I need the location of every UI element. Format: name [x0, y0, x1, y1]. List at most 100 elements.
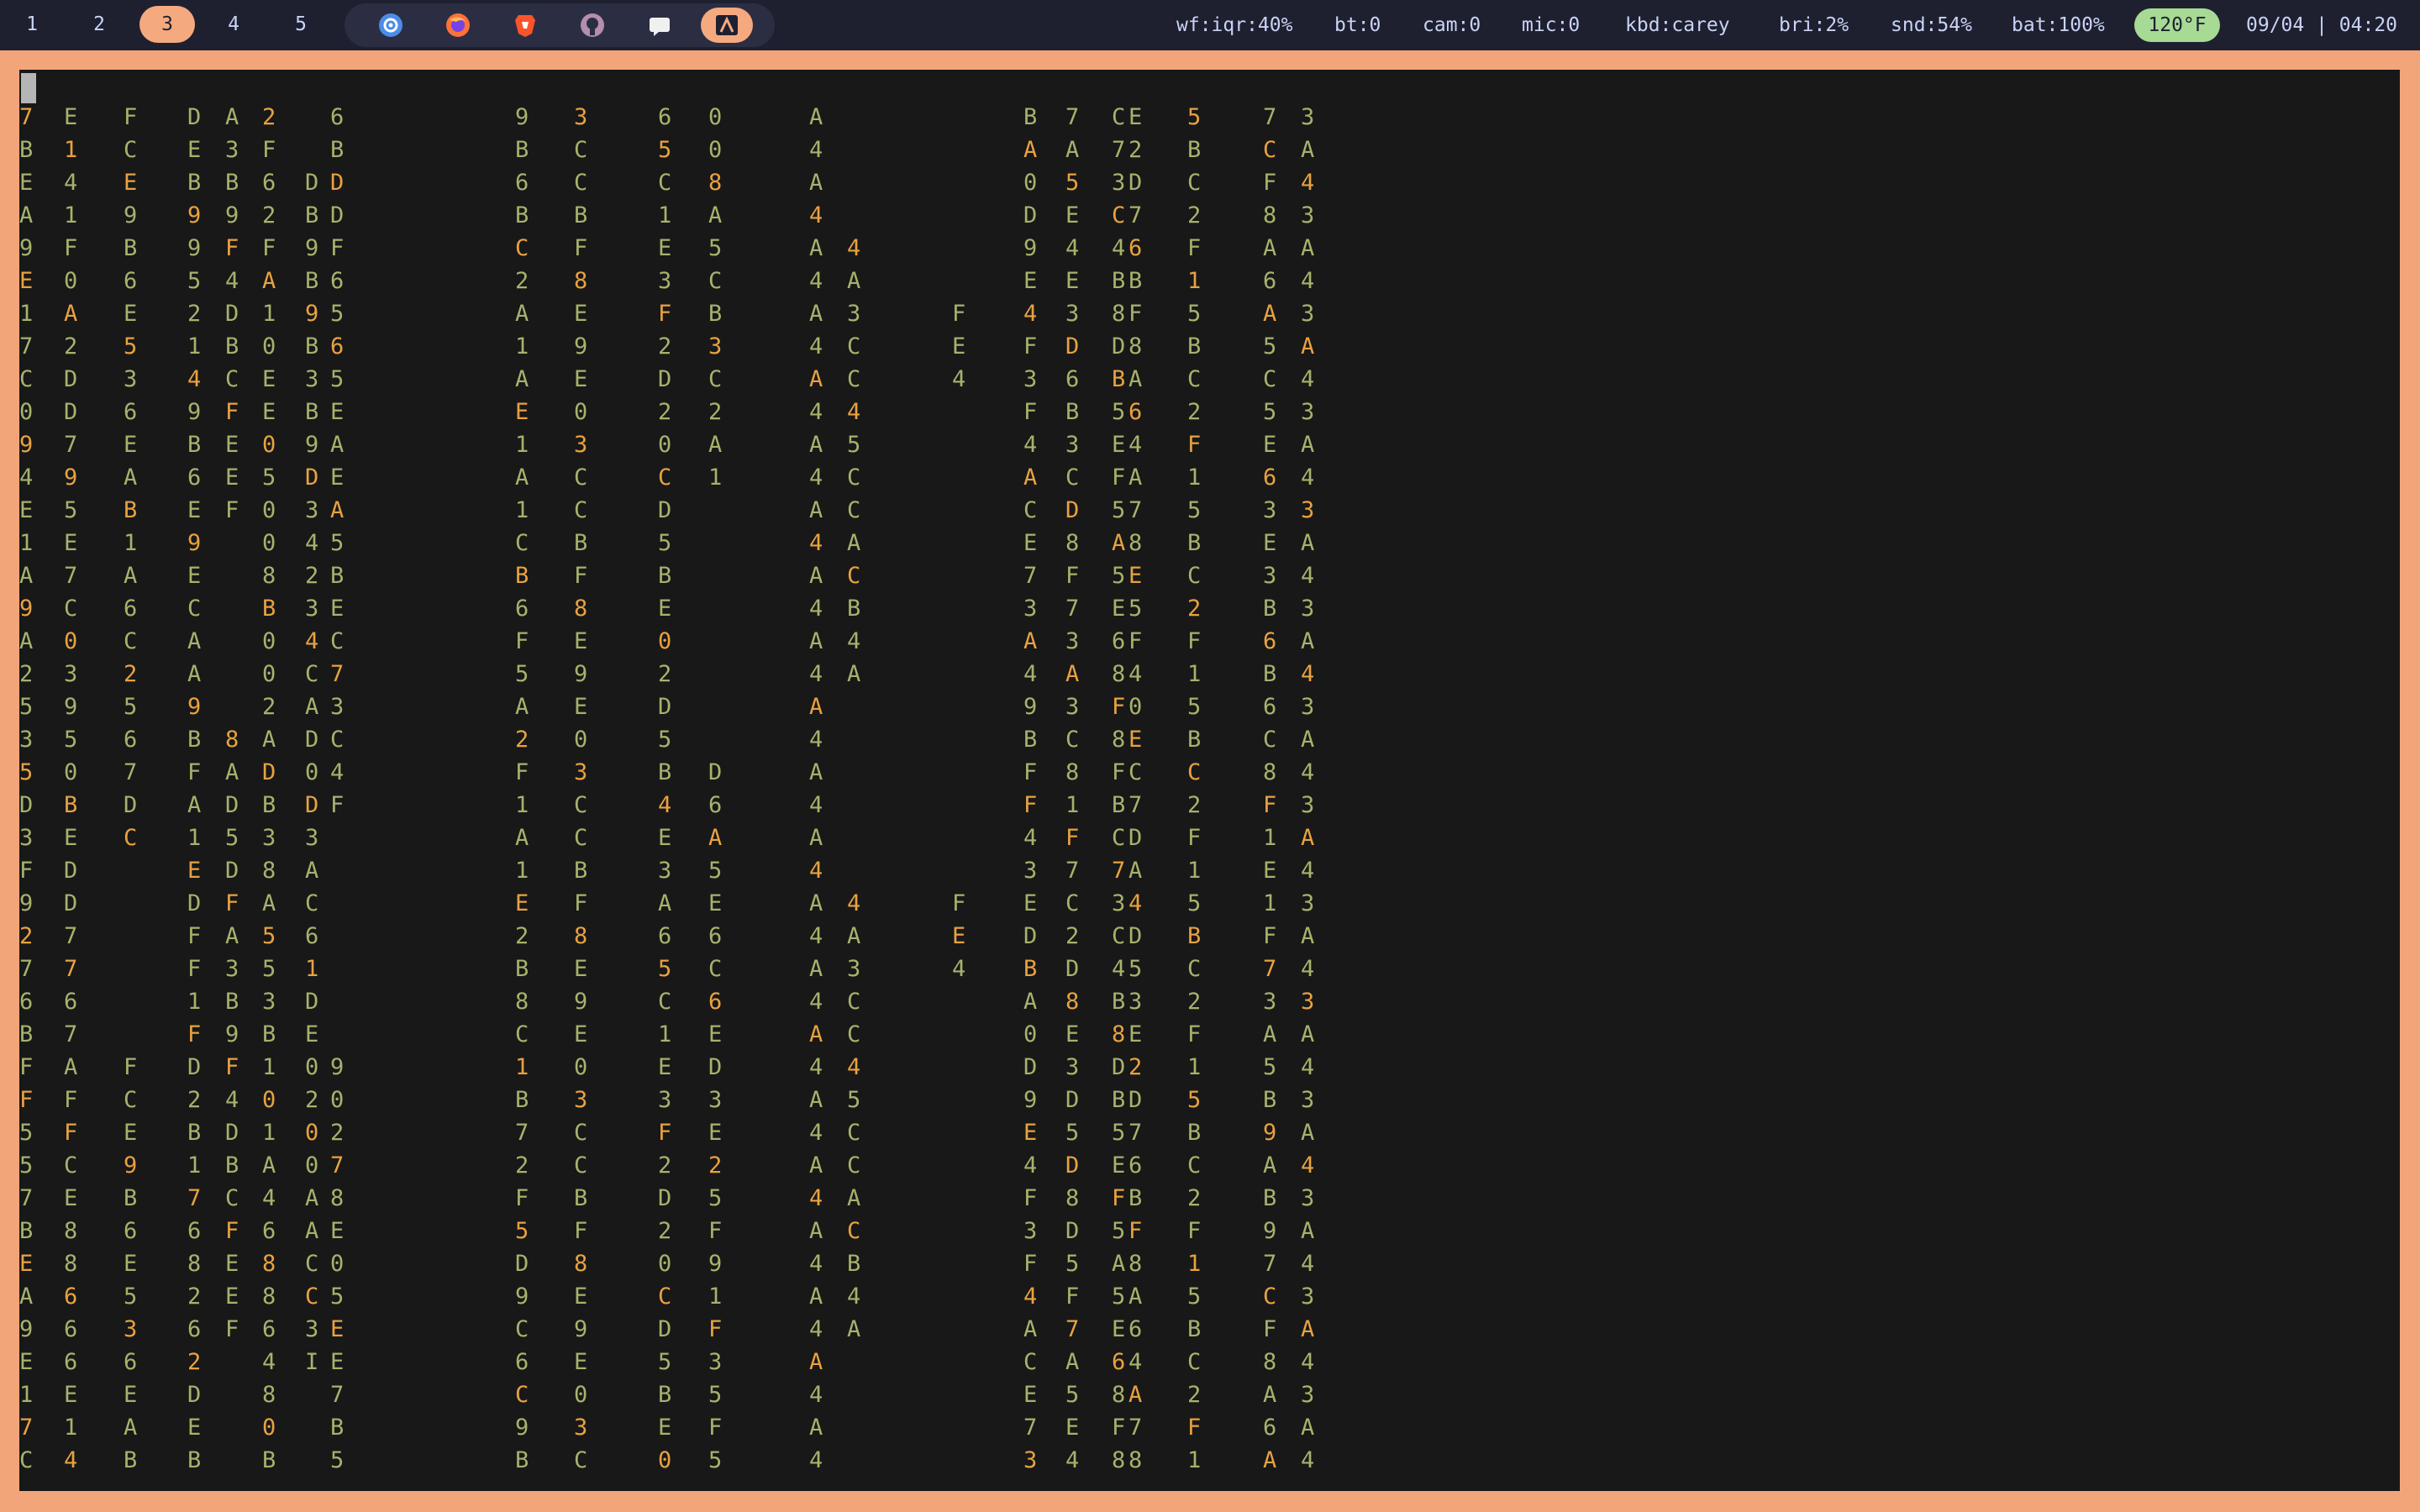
matrix-char: 2: [1187, 792, 1202, 818]
matrix-char: 3: [1065, 694, 1080, 720]
matrix-char: D: [225, 858, 239, 884]
date-time[interactable]: 09/04 | 04:20: [2246, 0, 2397, 50]
matrix-char: A: [1023, 137, 1038, 163]
matrix-char: 9: [515, 1415, 529, 1441]
matrix-char: 3: [262, 989, 276, 1015]
matrix-char: 5: [847, 1087, 861, 1113]
terminal-line: E6624IE6E53ACA64C84: [19, 1346, 2400, 1378]
matrix-char: D: [1112, 333, 1126, 360]
matrix-char: C: [1023, 497, 1038, 523]
matrix-char: 4: [1112, 956, 1126, 982]
matrix-char: 4: [1301, 661, 1315, 687]
matrix-char: 1: [64, 137, 78, 163]
matrix-char: C: [1187, 1349, 1202, 1375]
matrix-char: A: [19, 202, 34, 228]
sound-status[interactable]: snd:54%: [1891, 0, 1972, 50]
matrix-char: 4: [809, 1316, 823, 1342]
matrix-char: 3: [574, 759, 588, 785]
matrix-char: C: [708, 268, 723, 294]
matrix-char: 3: [305, 825, 319, 851]
brave-app-button[interactable]: [499, 8, 551, 43]
bluetooth-status[interactable]: bt:0: [1334, 0, 1381, 50]
workspace-4[interactable]: 4: [208, 6, 259, 43]
matrix-char: 4: [809, 268, 823, 294]
matrix-char: 4: [809, 530, 823, 556]
chat-app-button[interactable]: [634, 8, 686, 43]
matrix-char: A: [809, 825, 823, 851]
matrix-char: 3: [1301, 694, 1315, 720]
firefox-icon: [446, 13, 470, 37]
matrix-char: F: [1023, 399, 1038, 425]
matrix-char: C: [658, 465, 672, 491]
github-app-button[interactable]: [566, 8, 618, 43]
terminal-line: 97EBE09A130AA543E4FEA: [19, 428, 2400, 461]
matrix-char: C: [1263, 137, 1277, 163]
terminal-window[interactable]: 7EFDA269360AB7CE573B1CE3FBBC504AA72BCAE4…: [19, 70, 2400, 1491]
matrix-char: A: [515, 694, 529, 720]
matrix-char: 5: [708, 858, 723, 884]
matrix-char: B: [262, 596, 276, 622]
matrix-char: E: [658, 596, 672, 622]
workspace-5[interactable]: 5: [276, 6, 326, 43]
matrix-char: 4: [847, 235, 861, 261]
matrix-char: A: [515, 825, 529, 851]
terminal-app-button[interactable]: [701, 8, 753, 43]
matrix-char: 1: [1187, 465, 1202, 491]
matrix-char: 6: [1065, 366, 1080, 392]
matrix-char: F: [952, 890, 966, 916]
matrix-char: 2: [658, 399, 672, 425]
matrix-char: D: [124, 792, 138, 818]
matrix-char: C: [1263, 1284, 1277, 1310]
matrix-char: E: [658, 1054, 672, 1080]
matrix-char: A: [809, 104, 823, 130]
matrix-char: F: [225, 1218, 239, 1244]
matrix-char: E: [124, 432, 138, 458]
matrix-char: B: [305, 333, 319, 360]
matrix-char: 8: [1128, 1447, 1143, 1473]
matrix-char: A: [1023, 465, 1038, 491]
matrix-char: 4: [809, 1251, 823, 1277]
matrix-char: F: [515, 759, 529, 785]
matrix-char: A: [187, 792, 202, 818]
workspace-2[interactable]: 2: [74, 6, 124, 43]
matrix-char: 4: [809, 137, 823, 163]
matrix-char: F: [1263, 1316, 1277, 1342]
matrix-char: 9: [305, 432, 319, 458]
matrix-char: D: [330, 202, 345, 228]
terminal-line: A652E8C59EC1A44F5A5C3: [19, 1280, 2400, 1313]
matrix-char: D: [305, 792, 319, 818]
matrix-char: A: [809, 1021, 823, 1047]
matrix-char: E: [225, 1251, 239, 1277]
workspace-3[interactable]: 3: [139, 6, 195, 43]
matrix-char: D: [658, 497, 672, 523]
matrix-char: 3: [1065, 1054, 1080, 1080]
matrix-char: A: [305, 858, 319, 884]
terminal-line: 1E19045CB54AE8A8BEA: [19, 527, 2400, 559]
matrix-char: C: [225, 1185, 239, 1211]
matrix-char: 1: [515, 333, 529, 360]
matrix-char: 5: [330, 1447, 345, 1473]
matrix-char: 5: [19, 694, 34, 720]
matrix-char: 3: [847, 301, 861, 327]
matrix-char: 8: [574, 596, 588, 622]
workspace-1[interactable]: 1: [7, 6, 57, 43]
matrix-char: 4: [1301, 1349, 1315, 1375]
matrix-char: E: [124, 170, 138, 196]
settings-app-button[interactable]: [365, 8, 417, 43]
matrix-char: 4: [1128, 890, 1143, 916]
matrix-char: 0: [574, 727, 588, 753]
matrix-char: A: [515, 465, 529, 491]
matrix-char: 1: [658, 1021, 672, 1047]
matrix-char: F: [1023, 759, 1038, 785]
brightness-status[interactable]: bri:2%: [1779, 0, 1849, 50]
matrix-char: 6: [187, 1316, 202, 1342]
wifi-status[interactable]: wf:iqr:40%: [1176, 0, 1292, 50]
matrix-char: 7: [19, 1185, 34, 1211]
matrix-char: 6: [708, 989, 723, 1015]
matrix-char: D: [64, 890, 78, 916]
matrix-char: 5: [262, 465, 276, 491]
matrix-char: D: [658, 1316, 672, 1342]
firefox-app-button[interactable]: [432, 8, 484, 43]
matrix-char: 5: [1112, 563, 1126, 589]
keyboard-layout[interactable]: kbd:carey: [1625, 0, 1730, 50]
